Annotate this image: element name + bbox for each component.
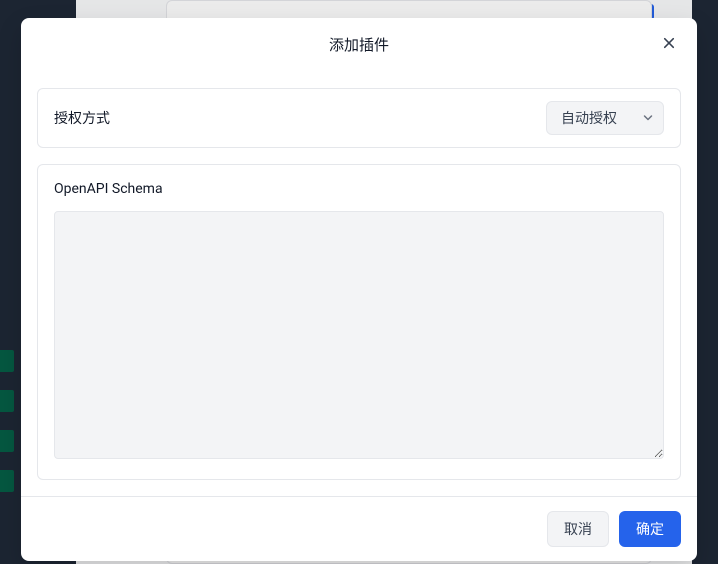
openapi-schema-section: OpenAPI Schema [37, 164, 681, 480]
auth-method-label: 授权方式 [54, 108, 110, 128]
openapi-schema-label: OpenAPI Schema [54, 181, 664, 197]
modal-header: 添加插件 [21, 18, 697, 72]
auth-method-row: 授权方式 自动授权 [37, 88, 681, 148]
auth-method-select-wrapper: 自动授权 [546, 101, 664, 135]
add-plugin-modal: 添加插件 授权方式 自动授权 [21, 18, 697, 561]
openapi-schema-textarea[interactable] [54, 211, 664, 459]
modal-overlay: 添加插件 授权方式 自动授权 [0, 0, 718, 564]
close-icon [663, 37, 675, 52]
confirm-button[interactable]: 确定 [619, 511, 681, 547]
auth-method-select-value: 自动授权 [561, 108, 617, 128]
modal-title: 添加插件 [41, 34, 677, 55]
auth-method-select[interactable]: 自动授权 [546, 101, 664, 135]
cancel-button[interactable]: 取消 [547, 511, 609, 547]
modal-footer: 取消 确定 [21, 496, 697, 561]
modal-body: 授权方式 自动授权 OpenAPI Schema [21, 72, 697, 496]
close-button[interactable] [657, 32, 681, 56]
